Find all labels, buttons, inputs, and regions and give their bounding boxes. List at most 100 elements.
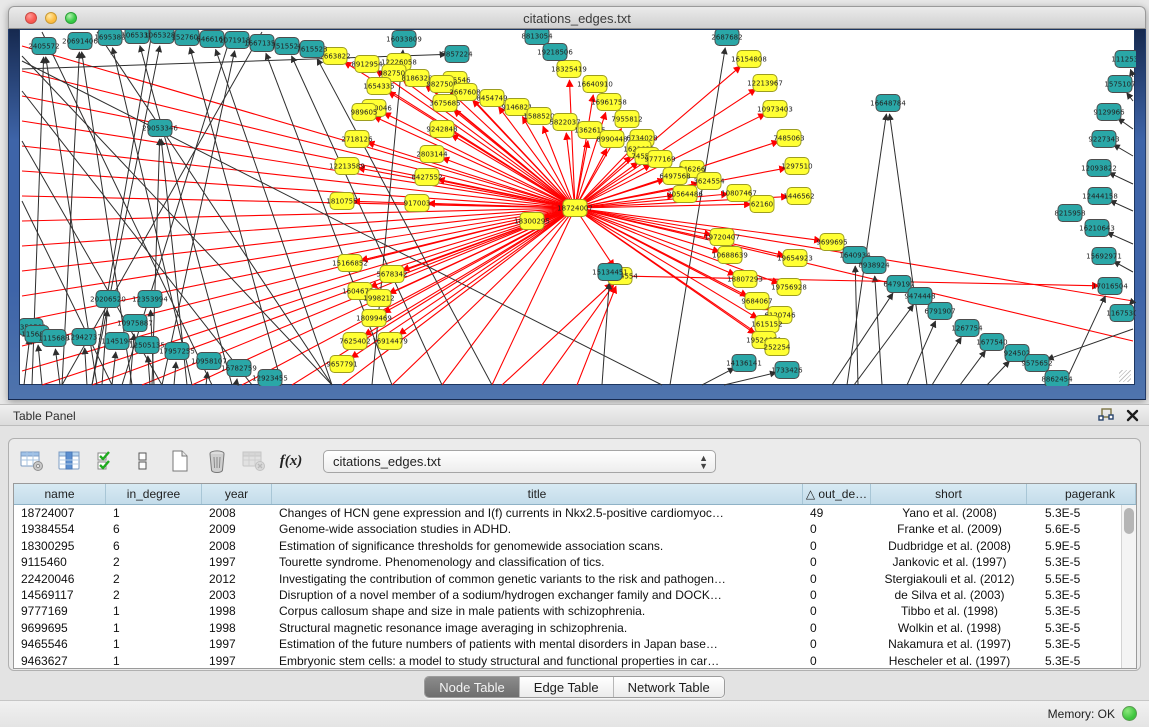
table-row[interactable]: 946362711997Embryonic stem cells: a mode… [14,653,1136,669]
graph-edge [1047,329,1133,359]
graph-node-label: 9575652 [1021,360,1052,368]
delete-table-icon[interactable] [241,448,267,474]
graph-edge [216,49,332,385]
table-cell: 2003 [202,587,272,603]
graph-node-label: 12093822 [1081,165,1117,173]
tab-edge-table[interactable]: Edge Table [519,677,613,697]
graph-node-label: 15692971 [1086,253,1122,261]
graph-node-label: 5822037 [549,119,580,127]
table-row[interactable]: 977716911998Corpus callosum shape and si… [14,603,1136,619]
table-cell: 5.5E-5 [1027,571,1136,587]
table-cell: Nakamura et al. (1997) [871,636,1027,652]
graph-node-label: 1267754 [951,325,983,333]
delete-column-icon[interactable] [204,448,230,474]
table-cell: 5.3E-5 [1027,587,1136,603]
graph-edge [1109,173,1133,184]
show-columns-icon[interactable] [56,448,82,474]
graph-edge [724,373,776,385]
graph-node-label: 7955812 [611,116,642,124]
table-cell: Changes of HCN gene expression and I(f) … [272,505,803,521]
table-cell: 1 [106,653,202,669]
new-column-icon[interactable] [167,448,193,474]
graph-node-label: 16914479 [372,338,408,346]
table-scrollbar-thumb[interactable] [1124,508,1134,534]
table-cell: 9115460 [14,554,106,570]
table-mode-icon[interactable] [19,448,45,474]
graph-node-label: 7857224 [441,51,473,59]
table-cell: 5.3E-5 [1027,620,1136,636]
graph-node-label: 8912954 [351,61,383,69]
column-header-short[interactable]: short [871,484,1027,504]
graph-edge [1110,201,1133,211]
table-row[interactable]: 1872400712008Changes of HCN gene express… [14,505,1136,521]
function-builder-icon[interactable]: f(x) [278,448,304,474]
table-row[interactable]: 946554611997Estimation of the future num… [14,636,1136,652]
graph-node-label: 18325419 [551,66,587,74]
table-cell: 0 [803,587,871,603]
table-source-select[interactable]: citations_edges.txt ▲▼ [323,450,716,473]
table-cell: 6 [106,521,202,537]
graph-node-label: 1733426 [771,367,803,375]
tab-node-table[interactable]: Node Table [425,677,519,697]
table-tabs: Node Table Edge Table Network Table [0,676,1149,698]
graph-node-label: 19218506 [537,49,573,57]
graph-edge [987,361,1009,385]
graph-node-label: 62160 [751,201,773,209]
graph-node-label: 15166852 [332,260,368,268]
table-row[interactable]: 1456911722003Disruption of a novel membe… [14,587,1136,603]
table-cell: Wolkin et al. (1998) [871,620,1027,636]
table-cell: 1 [106,636,202,652]
table-cell: 5.3E-5 [1027,603,1136,619]
graph-edge [1114,261,1133,272]
table-cell: 0 [803,603,871,619]
node-table: namein_degreeyeartitle△ out_de…shortpage… [13,483,1137,669]
tab-network-table[interactable]: Network Table [613,677,724,697]
table-row[interactable]: 1938455462009Genome-wide association stu… [14,521,1136,537]
graph-edge [85,348,87,385]
row-layout-icon[interactable] [130,448,156,474]
network-window: citations_edges.txt 18724007766382289129… [8,6,1146,400]
table-scrollbar[interactable] [1121,505,1136,668]
graph-node-label: 7485063 [773,135,804,143]
graph-node-label: 8990448 [596,136,627,144]
graph-node-label: 1677540 [976,339,1007,347]
table-cell: Estimation of significance thresholds fo… [272,538,803,554]
table-cell: 9777169 [14,603,106,619]
network-canvas[interactable]: 1872400776638228912954122260589827503818… [19,29,1135,385]
float-panel-icon[interactable] [1098,408,1114,422]
table-cell: 2009 [202,521,272,537]
table-row[interactable]: 1830029562008Estimation of significance … [14,538,1136,554]
close-panel-icon[interactable] [1126,409,1139,422]
graph-node-label: 20564486 [667,191,703,199]
resize-grip-icon[interactable] [1119,370,1131,382]
table-cell: 5.3E-5 [1027,653,1136,669]
graph-node-label: 7625402 [339,338,370,346]
graph-node-label: 1297510 [781,163,812,171]
graph-node-label: 6479197 [883,281,914,289]
graph-edge [670,48,725,385]
graph-edge [854,305,913,385]
table-row[interactable]: 969969511998Structural magnetic resonanc… [14,620,1136,636]
column-header-in_degree[interactable]: in_degree [106,484,202,504]
table-panel-body: f(x) citations_edges.txt ▲▼ namein_degre… [0,426,1149,700]
graph-node-label: 7615523 [296,46,327,54]
graph-node-label: 1446562 [783,193,814,201]
table-cell: 9463627 [14,653,106,669]
table-row[interactable]: 2242004622012Investigating the contribut… [14,571,1136,587]
graph-edge [875,276,882,385]
column-header-name[interactable]: name [14,484,106,504]
table-toolbar: f(x) citations_edges.txt ▲▼ [19,445,716,477]
column-header-title[interactable]: title [272,484,803,504]
table-cell: 1997 [202,636,272,652]
graph-edge [832,293,893,385]
graph-edge [932,337,961,385]
column-header-out_de[interactable]: △ out_de… [803,484,871,504]
column-header-year[interactable]: year [202,484,272,504]
graph-node-label: 12942737 [66,334,102,342]
select-columns-icon[interactable] [93,448,119,474]
table-row[interactable]: 911546021997Tourette syndrome. Phenomeno… [14,554,1136,570]
window-titlebar[interactable]: citations_edges.txt [8,6,1146,29]
column-header-pagerank[interactable]: pagerank [1027,484,1136,504]
citation-graph[interactable]: 1872400776638228912954122260589827503818… [20,30,1136,386]
memory-ok-icon[interactable] [1122,706,1137,721]
